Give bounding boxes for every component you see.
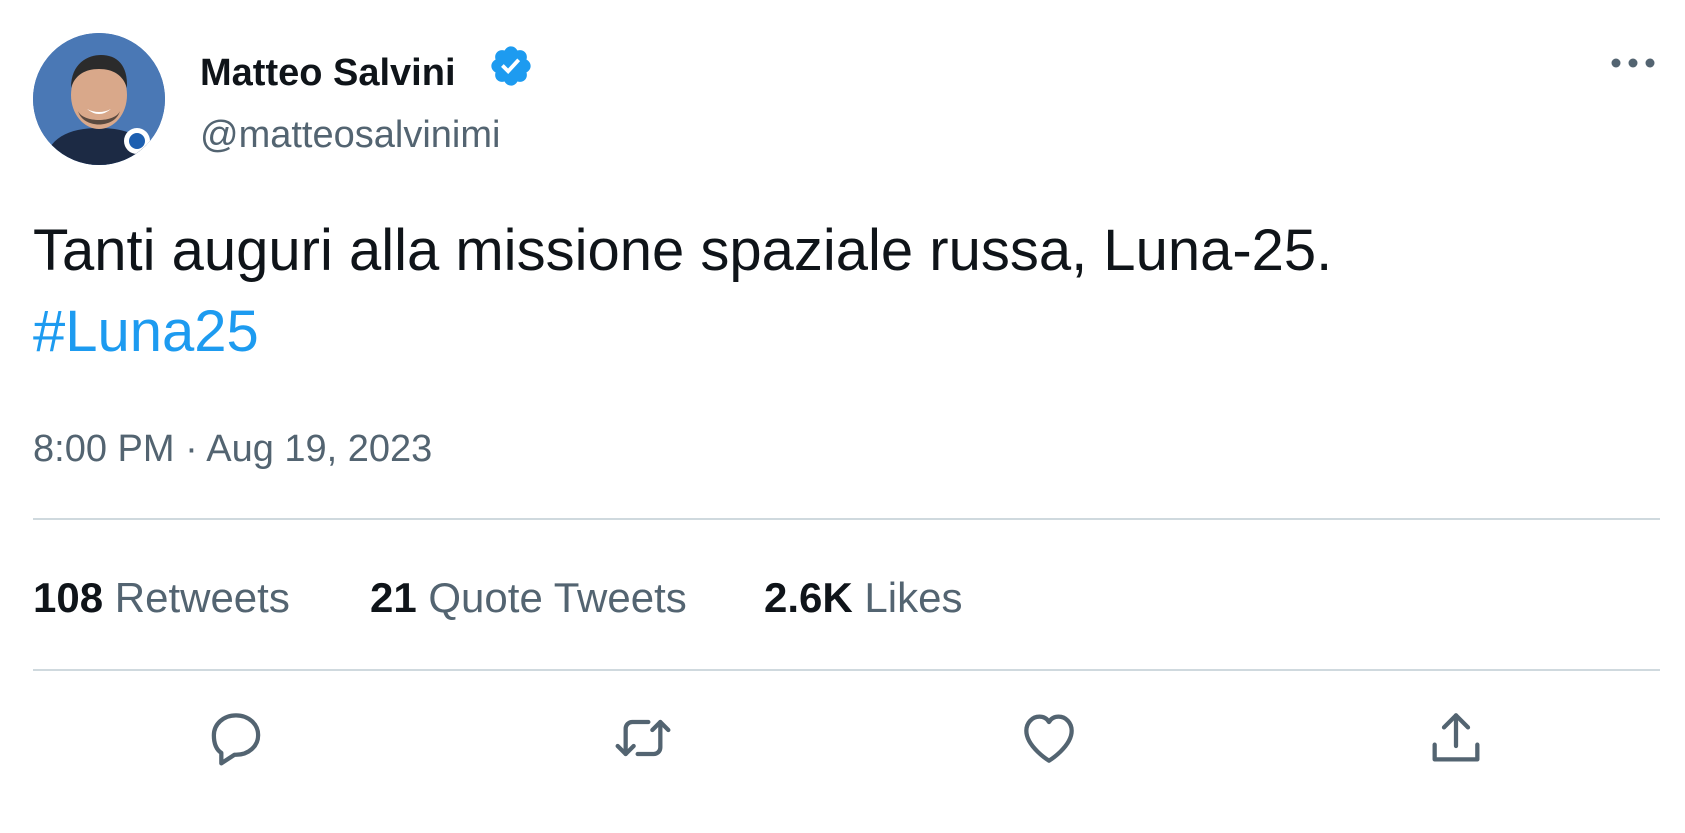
author-name[interactable]: Matteo Salvini (200, 50, 456, 96)
share-button[interactable] (1424, 706, 1488, 770)
retweet-icon (615, 719, 671, 757)
divider (33, 669, 1660, 671)
avatar-photo (33, 33, 165, 165)
timestamp-separator: · (185, 428, 198, 470)
likes-label: Likes (864, 574, 963, 621)
tweet-date[interactable]: Aug 19, 2023 (206, 428, 432, 470)
avatar[interactable] (33, 33, 165, 165)
tweet-timestamp: 8:00 PM · Aug 19, 2023 (33, 426, 432, 472)
author-handle[interactable]: @matteosalvinimi (200, 112, 500, 158)
likes-count: 2.6K (764, 574, 853, 621)
retweets-stat[interactable]: 108 Retweets (33, 573, 290, 623)
quote-tweets-stat[interactable]: 21 Quote Tweets (370, 573, 687, 623)
quotes-count: 21 (370, 574, 417, 621)
more-icon (1611, 58, 1655, 68)
more-options-button[interactable] (1610, 52, 1656, 74)
quotes-label: Quote Tweets (428, 574, 687, 621)
heart-icon (1024, 714, 1074, 763)
tweet-time[interactable]: 8:00 PM (33, 428, 175, 470)
verified-badge-icon (488, 43, 534, 89)
divider (33, 518, 1660, 520)
hashtag-link[interactable]: #Luna25 (33, 292, 259, 372)
reply-button[interactable] (204, 706, 268, 770)
likes-stat[interactable]: 2.6K Likes (764, 573, 962, 623)
retweets-label: Retweets (114, 574, 290, 621)
like-button[interactable] (1017, 706, 1081, 770)
reply-icon (211, 713, 261, 766)
retweets-count: 108 (33, 574, 104, 621)
retweet-button[interactable] (611, 706, 675, 770)
share-icon (1432, 713, 1480, 762)
tweet-text: Tanti auguri alla missione spaziale russ… (33, 218, 1333, 283)
